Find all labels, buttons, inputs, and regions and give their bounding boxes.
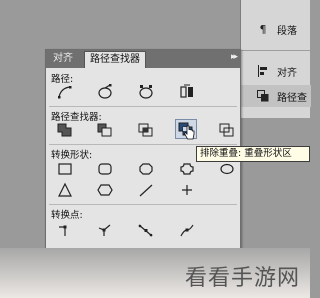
reverse-path-button[interactable]: [135, 82, 157, 102]
symmetric-point-icon: [180, 224, 194, 237]
pathfinder-icon: [257, 90, 269, 102]
convert-triangle-button[interactable]: [54, 180, 76, 200]
section-divider: [49, 144, 237, 145]
rounded-rectangle-icon: [98, 163, 112, 175]
open-path-icon: [58, 86, 72, 99]
pathfinder-panel: 对齐 路径查找器 ▸▸ 路径: 路径查找器: 转换形状: 转换点:: [45, 49, 241, 275]
convert-line-button[interactable]: [135, 180, 157, 200]
corner-point-icon: [98, 224, 111, 236]
convert-polygon-button[interactable]: [94, 180, 116, 200]
ellipse-icon: [220, 163, 234, 175]
polygon-icon: [97, 184, 113, 196]
rectangle-icon: [58, 163, 72, 175]
section-label-convert-point: 转换点:: [51, 210, 83, 221]
convert-rounded-rect-button[interactable]: [94, 159, 116, 179]
line-icon: [139, 184, 153, 197]
inverse-rounded-rectangle-icon: [180, 163, 194, 175]
convert-corner-point-button[interactable]: [94, 220, 116, 240]
smooth-point-icon: [138, 224, 153, 237]
plus-icon: [182, 185, 192, 195]
dock-item-align[interactable]: 对齐: [241, 60, 311, 82]
dock-item-pathfinder[interactable]: 路径查: [241, 85, 311, 107]
section-divider: [49, 204, 237, 205]
watermark-logo: 看看手游网: [184, 266, 300, 291]
dock-item-label: 段落: [277, 25, 297, 37]
subtract-front-icon: [97, 123, 112, 137]
unite-shapes-button[interactable]: [54, 120, 76, 140]
convert-inverse-rounded-button[interactable]: [176, 159, 198, 179]
open-path-button[interactable]: [54, 82, 76, 102]
triangle-icon: [58, 182, 72, 197]
close-path-button[interactable]: [94, 82, 116, 102]
convert-symmetric-point-button[interactable]: [176, 220, 198, 240]
align-icon: [257, 65, 269, 77]
reverse-path-icon: [139, 85, 153, 99]
panel-menu-button[interactable]: ▸▸: [231, 52, 238, 62]
dock-item-paragraph[interactable]: ¶ 段落: [241, 18, 311, 40]
section-divider: [49, 106, 237, 107]
tab-align[interactable]: 对齐: [48, 51, 78, 68]
convert-plain-point-button[interactable]: [54, 220, 76, 240]
convert-orthogonal-line-button[interactable]: [176, 180, 198, 200]
reverse-direction-icon: [180, 84, 193, 98]
convert-ellipse-button[interactable]: [216, 159, 238, 179]
divide-shapes-icon: [219, 123, 234, 137]
dock-divider: [241, 50, 311, 51]
dock-item-label: 对齐: [277, 67, 297, 79]
panel-tab-bar: 对齐 路径查找器 ▸▸: [46, 50, 240, 68]
beveled-rectangle-icon: [139, 163, 153, 175]
tab-pathfinder[interactable]: 路径查找器: [84, 51, 146, 68]
reverse-direction-button[interactable]: [176, 82, 198, 102]
convert-rectangle-button[interactable]: [54, 159, 76, 179]
intersect-shapes-icon: [138, 123, 153, 137]
right-panel-dock: ¶ 段落 对齐 路径查: [240, 0, 311, 118]
hand-cursor-icon: [184, 125, 195, 140]
convert-smooth-point-button[interactable]: [135, 220, 157, 240]
paragraph-icon: ¶: [259, 22, 267, 36]
subtract-front-button[interactable]: [94, 120, 116, 140]
unite-shapes-icon: [57, 123, 72, 137]
intersect-shapes-button[interactable]: [135, 120, 157, 140]
tooltip: 排除重叠: 重叠形状区: [196, 146, 310, 162]
plain-point-icon: [59, 225, 67, 236]
divide-shapes-button[interactable]: [216, 120, 238, 140]
dock-item-label: 路径查: [277, 92, 307, 104]
close-path-icon: [98, 84, 112, 99]
convert-beveled-rect-button[interactable]: [135, 159, 157, 179]
